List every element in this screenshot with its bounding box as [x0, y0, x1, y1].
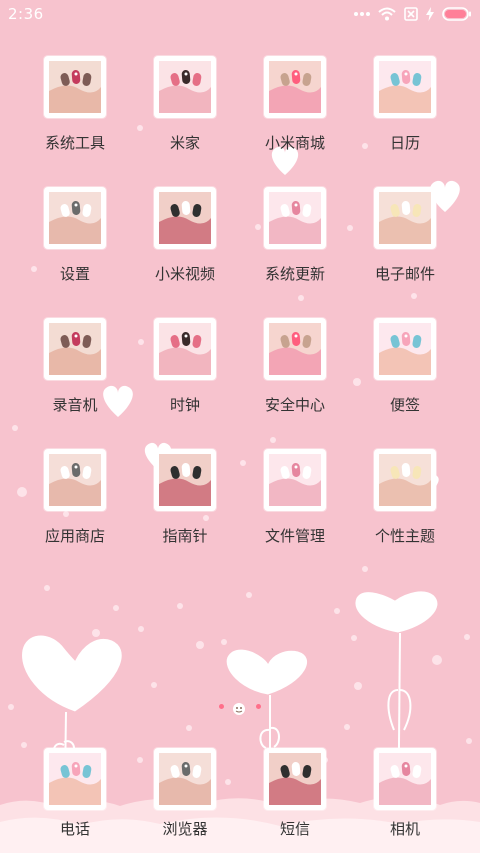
mijia-icon[interactable] [156, 58, 214, 116]
charging-bolt-icon [426, 7, 434, 21]
home-page-icon[interactable] [232, 700, 246, 715]
app-label: 安全中心 [264, 396, 325, 414]
calendar-icon[interactable] [376, 58, 434, 116]
store-icon[interactable] [266, 58, 324, 116]
app-label: 电子邮件 [374, 265, 435, 283]
app-label: 米家 [169, 134, 200, 152]
app-label: 小米视频 [154, 265, 215, 283]
app-system-update[interactable]: 系统更新 [240, 189, 350, 284]
app-calendar[interactable]: 日历 [350, 58, 460, 153]
page-dot[interactable] [256, 704, 261, 709]
app-system-tools[interactable]: 系统工具 [20, 58, 130, 153]
battery-icon [442, 7, 472, 21]
app-mijia[interactable]: 米家 [130, 58, 240, 153]
update-icon[interactable] [266, 189, 324, 247]
gear-icon[interactable] [46, 189, 104, 247]
wifi-icon [378, 7, 396, 21]
app-phone[interactable]: 电话 [20, 750, 130, 839]
app-label: 便签 [389, 396, 420, 414]
app-label: 录音机 [52, 396, 98, 414]
app-messages[interactable]: 短信 [240, 750, 350, 839]
app-label: 浏览器 [162, 820, 208, 838]
folder-icon[interactable] [266, 451, 324, 509]
message-icon[interactable] [266, 750, 324, 808]
shield-icon[interactable] [266, 320, 324, 378]
mail-icon[interactable] [376, 189, 434, 247]
shop-bag-icon[interactable] [46, 451, 104, 509]
app-file-manager[interactable]: 文件管理 [240, 451, 350, 546]
compass-icon[interactable] [156, 451, 214, 509]
app-email[interactable]: 电子邮件 [350, 189, 460, 284]
app-label: 电话 [59, 820, 90, 838]
note-icon[interactable] [376, 320, 434, 378]
app-compass[interactable]: 指南针 [130, 451, 240, 546]
app-label: 小米商城 [264, 134, 325, 152]
app-label: 相机 [389, 820, 420, 838]
more-dots-icon [354, 11, 370, 17]
app-camera[interactable]: 相机 [350, 750, 460, 839]
folder-icon[interactable] [46, 58, 104, 116]
app-label: 设置 [59, 265, 90, 283]
app-label: 短信 [279, 820, 310, 838]
app-security-center[interactable]: 安全中心 [240, 320, 350, 415]
app-label: 日历 [389, 134, 420, 152]
status-bar: 2:36 [0, 0, 480, 28]
app-recorder[interactable]: 录音机 [20, 320, 130, 415]
app-browser[interactable]: 浏览器 [130, 750, 240, 839]
page-indicator [217, 700, 263, 715]
app-label: 个性主题 [374, 527, 435, 545]
globe-icon[interactable] [156, 750, 214, 808]
microphone-icon[interactable] [46, 320, 104, 378]
app-app-store[interactable]: 应用商店 [20, 451, 130, 546]
app-themes[interactable]: 个性主题 [350, 451, 460, 546]
clock-icon[interactable] [156, 320, 214, 378]
app-label: 应用商店 [44, 527, 105, 545]
app-settings[interactable]: 设置 [20, 189, 130, 284]
app-label: 系统更新 [264, 265, 325, 283]
app-label: 文件管理 [264, 527, 325, 545]
page-dot[interactable] [219, 704, 224, 709]
video-icon[interactable] [156, 189, 214, 247]
palette-icon[interactable] [376, 451, 434, 509]
app-label: 时钟 [169, 396, 200, 414]
app-label: 指南针 [162, 527, 208, 545]
status-icons [354, 6, 472, 22]
status-time: 2:36 [8, 5, 44, 23]
camera-icon[interactable] [376, 750, 434, 808]
no-sim-icon [404, 7, 418, 21]
app-mi-video[interactable]: 小米视频 [130, 189, 240, 284]
app-clock[interactable]: 时钟 [130, 320, 240, 415]
app-mi-store[interactable]: 小米商城 [240, 58, 350, 153]
app-notes[interactable]: 便签 [350, 320, 460, 415]
app-label: 系统工具 [44, 134, 105, 152]
phone-icon[interactable] [46, 750, 104, 808]
